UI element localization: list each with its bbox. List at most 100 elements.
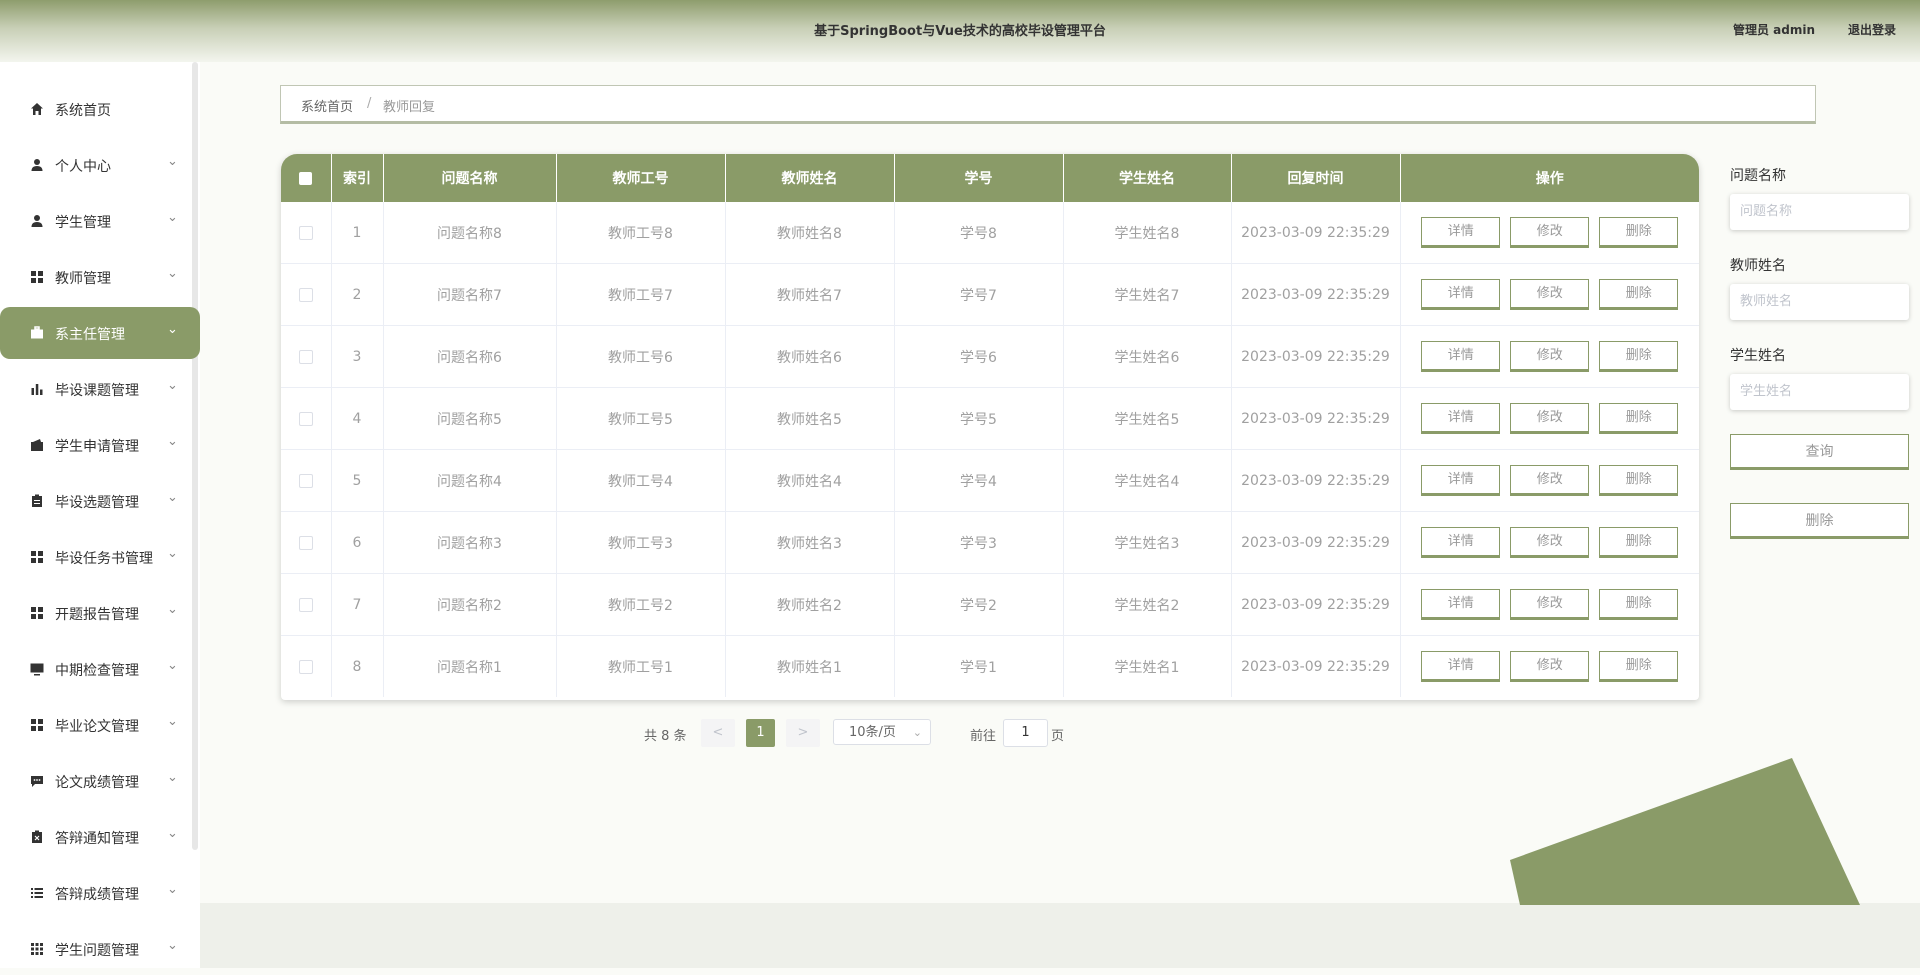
row-select[interactable] bbox=[281, 202, 332, 264]
row-select[interactable] bbox=[281, 387, 332, 450]
index-cell: 4 bbox=[331, 387, 384, 450]
row-checkbox[interactable] bbox=[298, 597, 313, 612]
page-size-select[interactable]: 10条/页 ⌄ bbox=[833, 719, 931, 745]
row-select[interactable] bbox=[281, 511, 332, 574]
batch-delete-button[interactable]: 删除 bbox=[1730, 503, 1909, 539]
header-reply-time: 回复时间 bbox=[1231, 154, 1401, 202]
apps-icon bbox=[31, 943, 43, 955]
table-row: 4 问题名称5 教师工号5 教师姓名5 学号5 学生姓名5 2023-03-09 22:35… bbox=[281, 387, 1699, 450]
index-cell: 2 bbox=[331, 263, 384, 326]
page-number-1[interactable]: 1 bbox=[746, 719, 775, 747]
actions-cell: 详情 修改 删除 bbox=[1400, 636, 1699, 698]
sidebar-item-2[interactable]: 学生管理 ⌄ bbox=[0, 195, 200, 247]
select-all-checkbox[interactable] bbox=[299, 171, 313, 185]
header-select-all[interactable] bbox=[281, 154, 332, 202]
teacher-name-input[interactable]: 教师姓名 bbox=[1730, 284, 1909, 320]
header-teacher-name: 教师姓名 bbox=[725, 154, 895, 202]
student-name-cell: 学生姓名2 bbox=[1063, 573, 1232, 636]
delete-button[interactable]: 删除 bbox=[1599, 217, 1679, 248]
teacher-id-cell: 教师工号8 bbox=[556, 202, 726, 264]
sidebar-item-15[interactable]: 学生问题管理 ⌄ bbox=[0, 923, 200, 975]
table-row: 2 问题名称7 教师工号7 教师姓名7 学号7 学生姓名7 2023-03-09 22:35… bbox=[281, 263, 1699, 326]
chevron-down-icon: ⌄ bbox=[167, 210, 178, 225]
sidebar-item-3[interactable]: 教师管理 ⌄ bbox=[0, 251, 200, 303]
detail-button[interactable]: 详情 bbox=[1421, 279, 1501, 310]
prev-page-button[interactable]: < bbox=[701, 719, 735, 747]
reply-time-cell: 2023-03-09 22:35:29 bbox=[1231, 573, 1401, 636]
chevron-down-icon: ⌄ bbox=[167, 938, 178, 953]
student-name-input[interactable]: 学生姓名 bbox=[1730, 374, 1909, 410]
list-icon bbox=[31, 888, 43, 898]
sidebar-item-4[interactable]: 系主任管理 ⌄ bbox=[0, 307, 200, 359]
detail-button[interactable]: 详情 bbox=[1421, 651, 1501, 682]
sidebar: 系统首页 个人中心 ⌄ 学生管理 ⌄ 教师管理 ⌄ 系主任管理 ⌄ 毕设课题管理 ⌄ 学生申请管理 ⌄ 毕… bbox=[0, 62, 200, 968]
row-select[interactable] bbox=[281, 635, 332, 697]
edit-button[interactable]: 修改 bbox=[1510, 403, 1590, 434]
sidebar-item-10[interactable]: 中期检查管理 ⌄ bbox=[0, 643, 200, 695]
top-header: 基于SpringBoot与Vue技术的高校毕设管理平台 管理员 admin 退出… bbox=[0, 0, 1920, 62]
table-row: 8 问题名称1 教师工号1 教师姓名1 学号1 学生姓名1 2023-03-09 22:35… bbox=[281, 635, 1699, 698]
delete-button[interactable]: 删除 bbox=[1599, 341, 1679, 372]
edit-button[interactable]: 修改 bbox=[1510, 651, 1590, 682]
goto-page-input[interactable]: 1 bbox=[1003, 719, 1048, 747]
row-checkbox[interactable] bbox=[298, 349, 313, 364]
index-cell: 7 bbox=[331, 573, 384, 636]
header-student-name: 学生姓名 bbox=[1063, 154, 1232, 202]
detail-button[interactable]: 详情 bbox=[1421, 465, 1501, 496]
row-checkbox[interactable] bbox=[298, 225, 313, 240]
row-checkbox[interactable] bbox=[298, 473, 313, 488]
table-body: 1 问题名称8 教师工号8 教师姓名8 学号8 学生姓名8 2023-03-09 22:35… bbox=[281, 202, 1699, 697]
sidebar-item-8[interactable]: 毕设任务书管理 ⌄ bbox=[0, 531, 200, 583]
row-checkbox[interactable] bbox=[298, 411, 313, 426]
sidebar-item-7[interactable]: 毕设选题管理 ⌄ bbox=[0, 475, 200, 527]
edit-button[interactable]: 修改 bbox=[1510, 217, 1590, 248]
edit-button[interactable]: 修改 bbox=[1510, 465, 1590, 496]
question-name-input[interactable]: 问题名称 bbox=[1730, 194, 1909, 230]
row-checkbox[interactable] bbox=[298, 659, 313, 674]
next-page-button[interactable]: > bbox=[786, 719, 820, 747]
filter-label-student: 学生姓名 bbox=[1730, 348, 1786, 364]
sidebar-item-14[interactable]: 答辩成绩管理 ⌄ bbox=[0, 867, 200, 919]
logout-link[interactable]: 退出登录 bbox=[1848, 21, 1896, 38]
detail-button[interactable]: 详情 bbox=[1421, 403, 1501, 434]
student-id-cell: 学号7 bbox=[894, 263, 1064, 326]
search-button[interactable]: 查询 bbox=[1730, 434, 1909, 470]
sidebar-item-6[interactable]: 学生申请管理 ⌄ bbox=[0, 419, 200, 471]
delete-button[interactable]: 删除 bbox=[1599, 589, 1679, 620]
sidebar-item-13[interactable]: 答辩通知管理 ⌄ bbox=[0, 811, 200, 863]
delete-button[interactable]: 删除 bbox=[1599, 527, 1679, 558]
chevron-down-icon: ⌄ bbox=[167, 826, 178, 841]
row-checkbox[interactable] bbox=[298, 535, 313, 550]
row-checkbox[interactable] bbox=[298, 287, 313, 302]
delete-button[interactable]: 删除 bbox=[1599, 279, 1679, 310]
detail-button[interactable]: 详情 bbox=[1421, 527, 1501, 558]
student-name-cell: 学生姓名1 bbox=[1063, 635, 1232, 697]
detail-button[interactable]: 详情 bbox=[1421, 341, 1501, 372]
row-select[interactable] bbox=[281, 325, 332, 388]
row-select[interactable] bbox=[281, 449, 332, 512]
row-select[interactable] bbox=[281, 573, 332, 636]
user-icon bbox=[31, 215, 43, 227]
sidebar-item-5[interactable]: 毕设课题管理 ⌄ bbox=[0, 363, 200, 415]
actions-cell: 详情 修改 删除 bbox=[1400, 325, 1699, 388]
detail-button[interactable]: 详情 bbox=[1421, 589, 1501, 620]
sidebar-item-1[interactable]: 个人中心 ⌄ bbox=[0, 139, 200, 191]
edit-button[interactable]: 修改 bbox=[1510, 279, 1590, 310]
sidebar-item-0[interactable]: 系统首页 bbox=[0, 83, 200, 135]
breadcrumb-home[interactable]: 系统首页 bbox=[301, 96, 353, 115]
actions-cell: 详情 修改 删除 bbox=[1400, 449, 1699, 512]
row-select[interactable] bbox=[281, 263, 332, 326]
delete-button[interactable]: 删除 bbox=[1599, 651, 1679, 682]
delete-button[interactable]: 删除 bbox=[1599, 403, 1679, 434]
detail-button[interactable]: 详情 bbox=[1421, 217, 1501, 248]
edit-button[interactable]: 修改 bbox=[1510, 527, 1590, 558]
delete-button[interactable]: 删除 bbox=[1599, 465, 1679, 496]
edit-button[interactable]: 修改 bbox=[1510, 341, 1590, 372]
sidebar-item-12[interactable]: 论文成绩管理 ⌄ bbox=[0, 755, 200, 807]
chevron-down-icon: ⌄ bbox=[167, 266, 178, 281]
edit-button[interactable]: 修改 bbox=[1510, 589, 1590, 620]
sidebar-item-9[interactable]: 开题报告管理 ⌄ bbox=[0, 587, 200, 639]
goto-unit: 页 bbox=[1051, 729, 1065, 744]
reply-time-cell: 2023-03-09 22:35:29 bbox=[1231, 325, 1401, 388]
question-name-cell: 问题名称2 bbox=[383, 573, 557, 636]
